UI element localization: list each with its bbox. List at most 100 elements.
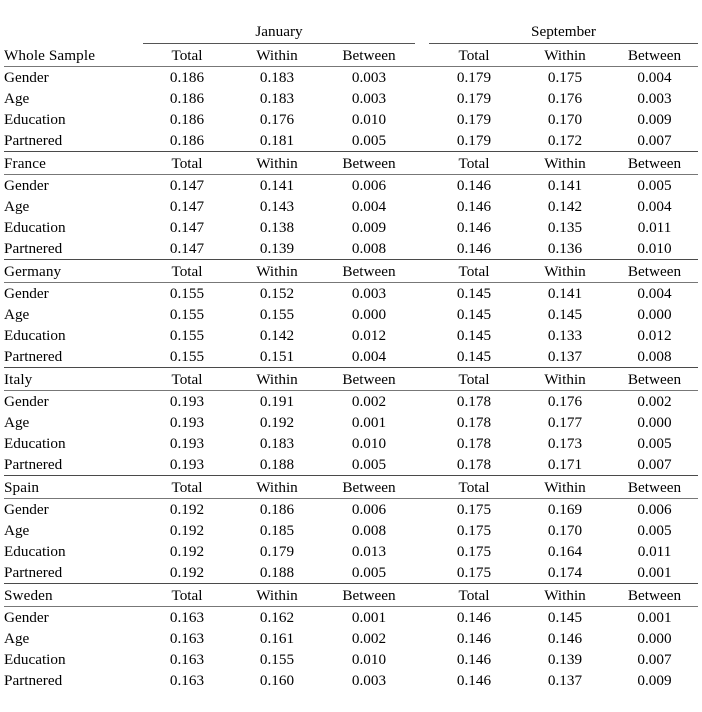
- cell-january-total: 0.193: [169, 435, 205, 452]
- cell-january-between: 0.009: [351, 219, 387, 236]
- row-label: Education: [4, 543, 66, 560]
- row-label: Age: [4, 522, 30, 539]
- cell-january-between: 0.005: [351, 564, 387, 581]
- cell-september-total: 0.178: [456, 456, 492, 473]
- table-row: Education 0.163 0.155 0.010 0.146 0.139 0.007: [4, 649, 698, 670]
- column-header-within-january: Within: [231, 43, 323, 67]
- cell-january-within: 0.155: [259, 651, 295, 668]
- row-label: Gender: [4, 69, 49, 86]
- table-container: January September Whole Sample Total Within B…: [0, 0, 702, 689]
- cell-september-within: 0.137: [547, 672, 583, 689]
- cell-january-within: 0.143: [259, 198, 295, 215]
- cell-september-total: 0.178: [456, 393, 492, 410]
- column-gap: [415, 391, 429, 413]
- cell-september-between: 0.012: [637, 327, 672, 344]
- row-label: Gender: [4, 285, 49, 302]
- cell-january-between: 0.010: [351, 651, 387, 668]
- period-row-spacer: [4, 21, 143, 44]
- cell-september-total: 0.178: [456, 435, 492, 452]
- row-label: Gender: [4, 609, 49, 626]
- cell-september-total: 0.175: [456, 501, 492, 518]
- cell-september-total: 0.175: [456, 543, 492, 560]
- row-label: Education: [4, 435, 66, 452]
- row-label: Education: [4, 651, 66, 668]
- column-header-within-september: Within: [519, 583, 611, 607]
- cell-september-between: 0.000: [637, 306, 672, 323]
- column-header-within-january: Within: [231, 367, 323, 391]
- cell-january-total: 0.186: [169, 132, 205, 149]
- cell-january-total: 0.147: [169, 198, 205, 215]
- cell-january-total: 0.155: [169, 306, 205, 323]
- cell-september-within: 0.146: [547, 630, 583, 647]
- cell-september-total: 0.145: [456, 348, 492, 365]
- table-row: Age 0.192 0.185 0.008 0.175 0.170 0.005: [4, 520, 698, 541]
- column-header-between-september: Between: [611, 475, 698, 499]
- cell-january-between: 0.004: [351, 198, 387, 215]
- column-gap: [415, 367, 429, 391]
- cell-january-between: 0.003: [351, 90, 387, 107]
- cell-january-within: 0.186: [259, 501, 295, 518]
- column-gap: [415, 670, 429, 691]
- cell-january-between: 0.008: [351, 240, 387, 257]
- cell-january-between: 0.005: [351, 456, 387, 473]
- row-label: Partnered: [4, 348, 63, 365]
- column-header-within-september: Within: [519, 259, 611, 283]
- column-header-total-january: Total: [143, 583, 231, 607]
- cell-january-within: 0.141: [259, 177, 295, 194]
- cell-september-between: 0.009: [637, 672, 672, 689]
- cell-september-total: 0.146: [456, 651, 492, 668]
- cell-january-total: 0.192: [169, 564, 205, 581]
- column-gap: [415, 259, 429, 283]
- cell-january-within: 0.185: [259, 522, 295, 539]
- column-header-between-january: Between: [323, 259, 415, 283]
- group-header-row: France Total Within Between Total Within Betwe…: [4, 151, 698, 175]
- cell-september-total: 0.146: [456, 177, 492, 194]
- cell-september-within: 0.142: [547, 198, 583, 215]
- cell-september-between: 0.005: [637, 522, 672, 539]
- row-label: Partnered: [4, 240, 63, 257]
- cell-january-between: 0.008: [351, 522, 387, 539]
- cell-january-between: 0.001: [351, 414, 387, 431]
- row-label: Age: [4, 630, 30, 647]
- column-gap: [415, 454, 429, 476]
- cell-september-between: 0.004: [637, 198, 672, 215]
- group-name-sweden: Sweden: [4, 583, 143, 607]
- cell-september-between: 0.011: [637, 219, 672, 236]
- column-header-between-january: Between: [323, 151, 415, 175]
- cell-september-within: 0.145: [547, 306, 583, 323]
- group-header-row: Sweden Total Within Between Total Within Betwe…: [4, 583, 698, 607]
- column-header-within-september: Within: [519, 151, 611, 175]
- cell-january-total: 0.186: [169, 111, 205, 128]
- cell-september-within: 0.141: [547, 285, 583, 302]
- row-label: Education: [4, 111, 66, 128]
- table-row: Education 0.147 0.138 0.009 0.146 0.135 0.011: [4, 217, 698, 238]
- cell-september-within: 0.176: [547, 90, 583, 107]
- row-label: Gender: [4, 177, 49, 194]
- cell-september-total: 0.179: [456, 69, 492, 86]
- table-row: Education 0.192 0.179 0.013 0.175 0.164 0.011: [4, 541, 698, 562]
- column-gap: [415, 304, 429, 325]
- group-name-germany: Germany: [4, 259, 143, 283]
- cell-january-within: 0.151: [259, 348, 295, 365]
- cell-september-total: 0.146: [456, 609, 492, 626]
- table-row: Partnered 0.186 0.181 0.005 0.179 0.172 0.007: [4, 130, 698, 152]
- cell-september-total: 0.146: [456, 198, 492, 215]
- cell-january-within: 0.188: [259, 564, 295, 581]
- cell-september-total: 0.179: [456, 90, 492, 107]
- row-label: Partnered: [4, 564, 63, 581]
- cell-september-between: 0.006: [637, 501, 672, 518]
- period-row-gap: [415, 21, 429, 44]
- cell-january-between: 0.002: [351, 393, 387, 410]
- cell-january-within: 0.183: [259, 69, 295, 86]
- column-header-within-january: Within: [231, 151, 323, 175]
- cell-january-between: 0.012: [351, 327, 387, 344]
- column-gap: [415, 325, 429, 346]
- cell-january-total: 0.155: [169, 348, 205, 365]
- cell-january-between: 0.003: [351, 285, 387, 302]
- group-name-italy: Italy: [4, 367, 143, 391]
- cell-january-total: 0.163: [169, 630, 205, 647]
- cell-september-within: 0.164: [547, 543, 583, 560]
- cell-september-between: 0.003: [637, 90, 672, 107]
- cell-january-within: 0.138: [259, 219, 295, 236]
- cell-september-within: 0.176: [547, 393, 583, 410]
